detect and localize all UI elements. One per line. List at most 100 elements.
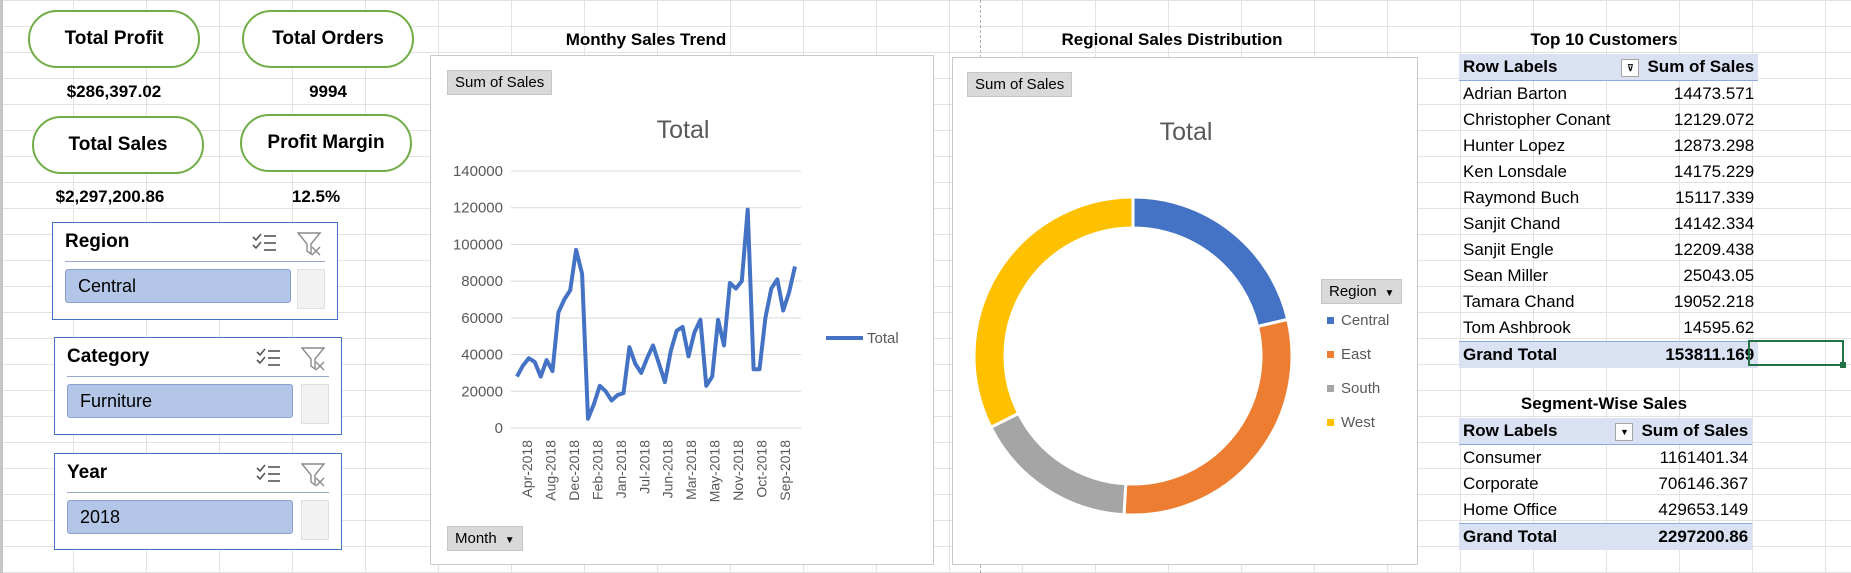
donut-chart-frame[interactable]: Sum of Sales Total Central East South West … xyxy=(952,57,1418,565)
kpi-profit-margin-card[interactable]: Profit Margin xyxy=(240,114,412,172)
sum-of-sales-header[interactable]: Sum of Sales xyxy=(1637,418,1753,445)
row-label-cell[interactable]: Tamara Chand xyxy=(1459,289,1643,315)
value-cell[interactable]: 25043.05 xyxy=(1643,263,1758,289)
row-label-cell[interactable]: Ken Lonsdale xyxy=(1459,159,1643,185)
x-tick-label: Aug-2018 xyxy=(543,440,559,501)
value-cell[interactable]: 12209.438 xyxy=(1643,237,1758,263)
line-chart-axis-label: Month xyxy=(455,530,497,547)
slicer-region-scrollbar[interactable] xyxy=(297,269,325,309)
multi-select-icon[interactable] xyxy=(255,462,281,486)
slicer-category-scrollbar[interactable] xyxy=(301,384,329,424)
row-label-cell[interactable]: Tom Ashbrook xyxy=(1459,315,1643,342)
value-cell[interactable]: 429653.149 xyxy=(1637,497,1752,524)
row-label-cell[interactable]: Sean Miller xyxy=(1459,263,1643,289)
row-label-cell[interactable]: Sanjit Engle xyxy=(1459,237,1643,263)
clear-filter-icon[interactable] xyxy=(301,462,327,488)
slicer-category[interactable]: Category Furniture xyxy=(54,337,342,435)
y-tick-label: 80000 xyxy=(461,273,503,290)
table-row[interactable]: Hunter Lopez 12873.298 xyxy=(1459,133,1758,159)
table-row[interactable]: Home Office 429653.149 xyxy=(1459,497,1752,524)
x-tick-label: Jun-2018 xyxy=(660,440,676,499)
grand-total-row[interactable]: Grand Total 153811.169 xyxy=(1459,341,1759,368)
table-row[interactable]: Ken Lonsdale 14175.229 xyxy=(1459,159,1758,185)
donut-legend-region-button[interactable]: Region ▼ xyxy=(1321,279,1403,304)
legend-swatch xyxy=(1327,419,1334,426)
chevron-down-icon: ▼ xyxy=(504,535,515,546)
kpi-total-orders-card[interactable]: Total Orders xyxy=(242,10,414,68)
row-label-cell[interactable]: Corporate xyxy=(1459,471,1637,497)
donut-slice-south[interactable] xyxy=(988,411,1128,517)
multi-select-icon[interactable] xyxy=(255,346,281,370)
value-cell[interactable]: 14142.334 xyxy=(1643,211,1758,237)
value-cell[interactable]: 706146.367 xyxy=(1637,471,1752,497)
row-label-cell[interactable]: Home Office xyxy=(1459,497,1637,524)
row-label-cell[interactable]: Hunter Lopez xyxy=(1459,133,1643,159)
table-row[interactable]: Sean Miller 25043.05 xyxy=(1459,263,1758,289)
value-cell[interactable]: 14175.229 xyxy=(1643,159,1758,185)
table-row[interactable]: Raymond Buch 15117.339 xyxy=(1459,185,1758,211)
clear-filter-icon[interactable] xyxy=(301,346,327,372)
row-label-cell[interactable]: Raymond Buch xyxy=(1459,185,1643,211)
line-chart-frame[interactable]: Sum of Sales Total 0 20000 40000 60000 80000… xyxy=(430,55,934,565)
value-cell[interactable]: 12129.072 xyxy=(1643,107,1758,133)
series-line-total[interactable] xyxy=(515,207,797,421)
row-label-cell[interactable]: Sanjit Chand xyxy=(1459,211,1643,237)
grand-total-value[interactable]: 2297200.86 xyxy=(1637,523,1753,550)
table-row[interactable]: Corporate 706146.367 xyxy=(1459,471,1752,497)
grand-total-row[interactable]: Grand Total 2297200.86 xyxy=(1459,523,1753,550)
slicer-category-item-furniture[interactable]: Furniture xyxy=(67,384,293,418)
segment-sales-pivot[interactable]: Row Labels ▼ Sum of Sales Consumer 1161401.3… xyxy=(1459,418,1753,550)
slicer-year-item-2018[interactable]: 2018 xyxy=(67,500,293,534)
legend-label: South xyxy=(1341,380,1380,397)
table-row[interactable]: Tamara Chand 19052.218 xyxy=(1459,289,1758,315)
slicer-year[interactable]: Year 2018 xyxy=(54,453,342,550)
kpi-total-sales-value: $2,297,200.86 xyxy=(55,187,165,206)
row-labels-header[interactable]: Row Labels ⊽ xyxy=(1459,54,1644,81)
filter-active-icon[interactable]: ⊽ xyxy=(1621,58,1640,77)
sum-of-sales-header[interactable]: Sum of Sales xyxy=(1643,54,1759,81)
donut-slice-east[interactable] xyxy=(1122,317,1294,517)
legend-label: Central xyxy=(1341,312,1389,329)
slicer-region[interactable]: Region Central xyxy=(52,222,338,320)
table-row[interactable]: Tom Ashbrook 14595.62 xyxy=(1459,315,1758,342)
clear-filter-icon[interactable] xyxy=(297,231,323,257)
kpi-total-profit-card[interactable]: Total Profit xyxy=(28,10,200,68)
table-row[interactable]: Consumer 1161401.34 xyxy=(1459,445,1752,472)
donut-slice-central[interactable] xyxy=(1131,195,1290,329)
row-label-cell[interactable]: Consumer xyxy=(1459,445,1637,472)
row-label-cell[interactable]: Christopher Conant xyxy=(1459,107,1643,133)
value-cell[interactable]: 19052.218 xyxy=(1643,289,1758,315)
row-labels-text: Row Labels xyxy=(1463,421,1558,440)
value-cell[interactable]: 14595.62 xyxy=(1643,315,1758,342)
y-tick-label: 120000 xyxy=(453,200,503,217)
table-row[interactable]: Sanjit Engle 12209.438 xyxy=(1459,237,1758,263)
multi-select-icon[interactable] xyxy=(251,231,277,255)
slicer-region-item-central[interactable]: Central xyxy=(65,269,291,303)
kpi-total-sales-card[interactable]: Total Sales xyxy=(32,116,204,174)
top-customers-pivot[interactable]: Row Labels ⊽ Sum of Sales Adrian Barton 1447… xyxy=(1459,54,1759,368)
active-cell[interactable] xyxy=(1748,340,1844,366)
grand-total-label[interactable]: Grand Total xyxy=(1459,341,1644,368)
y-tick-label: 0 xyxy=(495,420,503,437)
line-chart-axis-button[interactable]: Month ▼ xyxy=(447,526,523,551)
table-row[interactable]: Sanjit Chand 14142.334 xyxy=(1459,211,1758,237)
kpi-total-sales-label: Total Sales xyxy=(68,134,168,155)
y-tick-label: 140000 xyxy=(453,163,503,180)
fill-handle[interactable] xyxy=(1840,362,1846,368)
value-cell[interactable]: 15117.339 xyxy=(1643,185,1758,211)
table-row[interactable]: Christopher Conant 12129.072 xyxy=(1459,107,1758,133)
table-row[interactable]: Adrian Barton 14473.571 xyxy=(1459,81,1758,108)
grand-total-label[interactable]: Grand Total xyxy=(1459,523,1638,550)
slicer-year-scrollbar[interactable] xyxy=(301,500,329,540)
chevron-down-icon[interactable]: ▼ xyxy=(1615,422,1634,441)
value-cell[interactable]: 1161401.34 xyxy=(1637,445,1752,472)
slicer-divider xyxy=(67,492,329,493)
value-cell[interactable]: 14473.571 xyxy=(1643,81,1758,108)
donut-slice-west[interactable] xyxy=(972,195,1135,430)
grand-total-value[interactable]: 153811.169 xyxy=(1643,341,1759,368)
row-label-cell[interactable]: Adrian Barton xyxy=(1459,81,1643,108)
legend-label: East xyxy=(1341,346,1372,363)
row-labels-header[interactable]: Row Labels ▼ xyxy=(1459,418,1638,445)
value-cell[interactable]: 12873.298 xyxy=(1643,133,1758,159)
slicer-divider xyxy=(65,261,325,262)
